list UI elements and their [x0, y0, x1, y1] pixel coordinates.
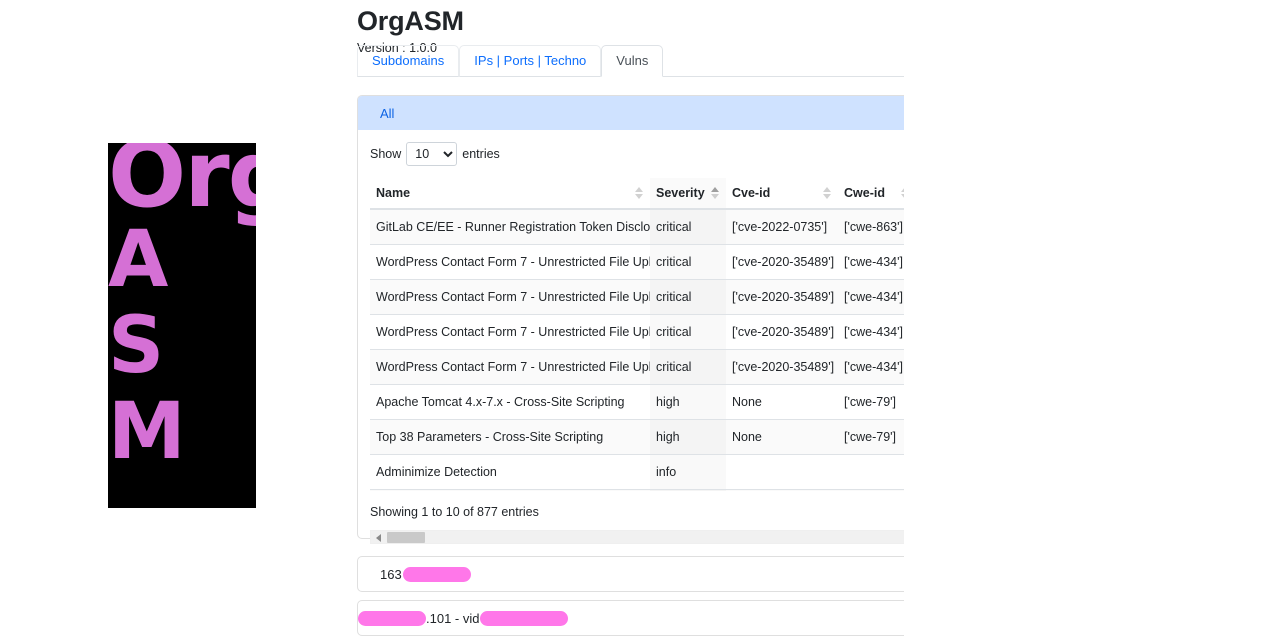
cell-cve-id [726, 489, 838, 491]
datatable-info: Showing 1 to 10 of 877 entries [370, 505, 539, 519]
cell-severity: critical [650, 314, 726, 350]
cell-cve-id: ['cve-2020-35489'] [726, 279, 838, 315]
cell-name: WordPress Contact Form 7 - Unrestricted … [370, 314, 650, 350]
column-header-cve-id[interactable]: Cve-id [726, 178, 838, 210]
cell-cve-id [726, 454, 838, 490]
length-label-before: Show [370, 147, 402, 161]
column-header-severity[interactable]: Severity [650, 178, 726, 210]
redacted-block [480, 610, 569, 626]
cell-name: WordPress Contact Form 7 - Unrestricted … [370, 244, 650, 280]
cell-name: Advanced Custom Fields Detection [370, 489, 650, 491]
cell-name: Apache Tomcat 4.x-7.x - Cross-Site Scrip… [370, 384, 650, 420]
scroll-left-arrow-icon[interactable] [376, 534, 381, 542]
cell-cve-id: ['cve-2022-0735'] [726, 208, 838, 245]
accordion-host-163-prefix: 163 [380, 566, 402, 582]
logo-letter-m: M [108, 387, 186, 477]
redacted-block [358, 610, 426, 626]
cell-severity: critical [650, 279, 726, 315]
cell-name: WordPress Contact Form 7 - Unrestricted … [370, 279, 650, 315]
length-label-after: entries [462, 147, 500, 161]
cell-name: WordPress Contact Form 7 - Unrestricted … [370, 349, 650, 385]
datatable-length-control: Show 10 25 50 100 entries [370, 142, 500, 166]
tab-vulns[interactable]: Vulns [601, 45, 664, 77]
cell-cve-id: ['cve-2020-35489'] [726, 314, 838, 350]
scrollbar-thumb[interactable] [387, 532, 425, 543]
logo-letter-s: S [108, 301, 165, 391]
column-header-name[interactable]: Name [370, 178, 650, 210]
sort-arrow-icon [711, 186, 720, 200]
column-label-cve-id: Cve-id [732, 186, 771, 200]
cell-severity: critical [650, 208, 726, 245]
cell-cve-id: ['cve-2020-35489'] [726, 349, 838, 385]
cell-severity: high [650, 419, 726, 455]
cell-severity: high [650, 384, 726, 420]
cell-name: GitLab CE/EE - Runner Registration Token… [370, 208, 650, 245]
sort-arrow-icon [823, 186, 832, 200]
tab-ips-ports-techno[interactable]: IPs | Ports | Techno [459, 45, 602, 77]
cell-severity: info [650, 489, 726, 491]
cell-severity: critical [650, 349, 726, 385]
column-label-severity: Severity [656, 186, 705, 200]
cell-name: Adminimize Detection [370, 454, 650, 490]
cell-name: Top 38 Parameters - Cross-Site Scripting [370, 419, 650, 455]
column-label-name: Name [376, 186, 411, 200]
cell-cve-id: ['cve-2020-35489'] [726, 244, 838, 280]
sort-arrow-icon [635, 186, 644, 200]
cell-severity: info [650, 454, 726, 490]
accordion-host-101-middle: .101 - vid [426, 610, 480, 626]
redacted-block [402, 566, 471, 582]
tab-subdomains[interactable]: Subdomains [357, 45, 460, 77]
column-label-cwe-id: Cwe-id [844, 186, 885, 200]
cell-severity: critical [650, 244, 726, 280]
entries-per-page-select[interactable]: 10 25 50 100 [406, 142, 458, 166]
cell-cve-id: None [726, 384, 838, 420]
logo-letter-a: A [108, 215, 169, 305]
orgasm-logo: Org A S M [108, 143, 256, 508]
logo-line-org: Org [108, 143, 256, 228]
cell-cve-id: None [726, 419, 838, 455]
page-right-margin [904, 0, 1280, 640]
